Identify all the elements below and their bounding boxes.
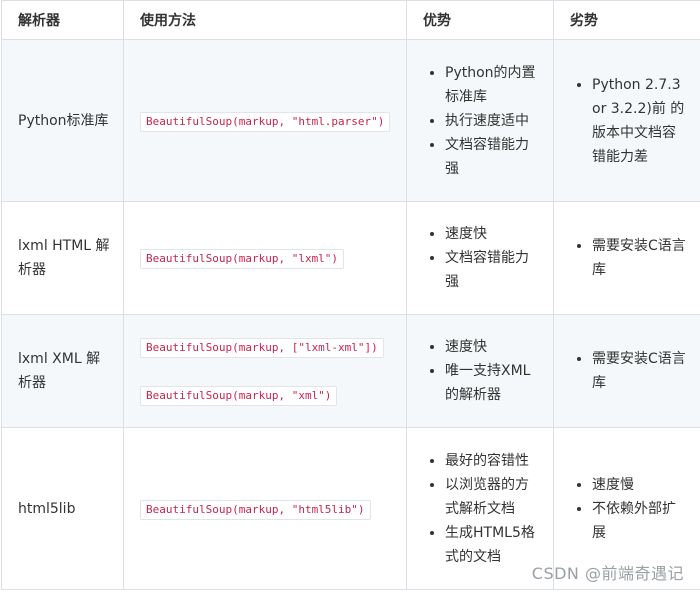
header-usage: 使用方法 [123,0,407,40]
parser-cell: lxml HTML 解析器 [1,201,124,315]
cons-cell: 需要安装C语言库 [553,201,700,315]
cons-list: 速度慢 不依赖外部扩展 [570,473,688,545]
cons-item: 速度慢 [592,473,688,497]
table-row: lxml XML 解析器 BeautifulSoup(markup, ["lxm… [1,314,700,428]
cons-list: 需要安装C语言库 [570,347,688,395]
cons-item: 需要安装C语言库 [592,234,688,282]
header-parser: 解析器 [1,0,124,40]
usage-code: BeautifulSoup(markup, "html.parser") [140,111,391,132]
usage-cell: BeautifulSoup(markup, "html.parser") [123,39,407,202]
table-header-row: 解析器 使用方法 优势 劣势 [1,0,700,40]
pros-item: 执行速度适中 [445,109,541,133]
pros-item: 速度快 [445,335,541,359]
usage-code: BeautifulSoup(markup, ["lxml-xml"]) [140,338,384,358]
pros-item: 生成HTML5格式的文档 [445,521,541,569]
pros-item: 文档容错能力强 [445,133,541,181]
pros-cell: 速度快 唯一支持XML的解析器 [406,314,554,428]
parser-cell: lxml XML 解析器 [1,314,124,428]
pros-item: 速度快 [445,222,541,246]
pros-list: 速度快 唯一支持XML的解析器 [423,335,541,407]
table-row: lxml HTML 解析器 BeautifulSoup(markup, "lxm… [1,201,700,315]
pros-item: 唯一支持XML的解析器 [445,359,541,407]
pros-item: 以浏览器的方式解析文档 [445,473,541,521]
cons-item: 需要安装C语言库 [592,347,688,395]
cons-cell: Python 2.7.3 or 3.2.2)前 的版本中文档容错能力差 [553,39,700,202]
pros-list: 最好的容错性 以浏览器的方式解析文档 生成HTML5格式的文档 [423,449,541,569]
usage-code: BeautifulSoup(markup, "xml") [140,386,338,406]
cons-list: 需要安装C语言库 [570,234,688,282]
pros-item: 文档容错能力强 [445,246,541,294]
usage-cell: BeautifulSoup(markup, ["lxml-xml"]) Beau… [123,314,407,428]
usage-code: BeautifulSoup(markup, "lxml") [140,249,345,269]
cons-list: Python 2.7.3 or 3.2.2)前 的版本中文档容错能力差 [570,73,688,169]
watermark-text: CSDN @前端奇遇记 [531,564,684,583]
table-row: Python标准库 BeautifulSoup(markup, "html.pa… [1,39,700,202]
cons-item: 不依赖外部扩展 [592,497,688,545]
usage-cell: BeautifulSoup(markup, "html5lib") [123,427,407,590]
pros-item: 最好的容错性 [445,449,541,473]
pros-cell: 速度快 文档容错能力强 [406,201,554,315]
header-cons: 劣势 [553,0,700,40]
pros-list: Python的内置标准库 执行速度适中 文档容错能力强 [423,61,541,181]
pros-item: Python的内置标准库 [445,61,541,109]
usage-cell: BeautifulSoup(markup, "lxml") [123,201,407,315]
header-pros: 优势 [406,0,554,40]
parser-cell: Python标准库 [1,39,124,202]
parser-cell: html5lib [1,427,124,590]
pros-cell: Python的内置标准库 执行速度适中 文档容错能力强 [406,39,554,202]
parser-comparison-table: 解析器 使用方法 优势 劣势 Python标准库 BeautifulSoup(m… [1,0,700,590]
comparison-table-container: 解析器 使用方法 优势 劣势 Python标准库 BeautifulSoup(m… [0,0,700,592]
cons-cell: 需要安装C语言库 [553,314,700,428]
usage-code: BeautifulSoup(markup, "html5lib") [140,499,371,520]
pros-list: 速度快 文档容错能力强 [423,222,541,294]
cons-item: Python 2.7.3 or 3.2.2)前 的版本中文档容错能力差 [592,73,688,169]
